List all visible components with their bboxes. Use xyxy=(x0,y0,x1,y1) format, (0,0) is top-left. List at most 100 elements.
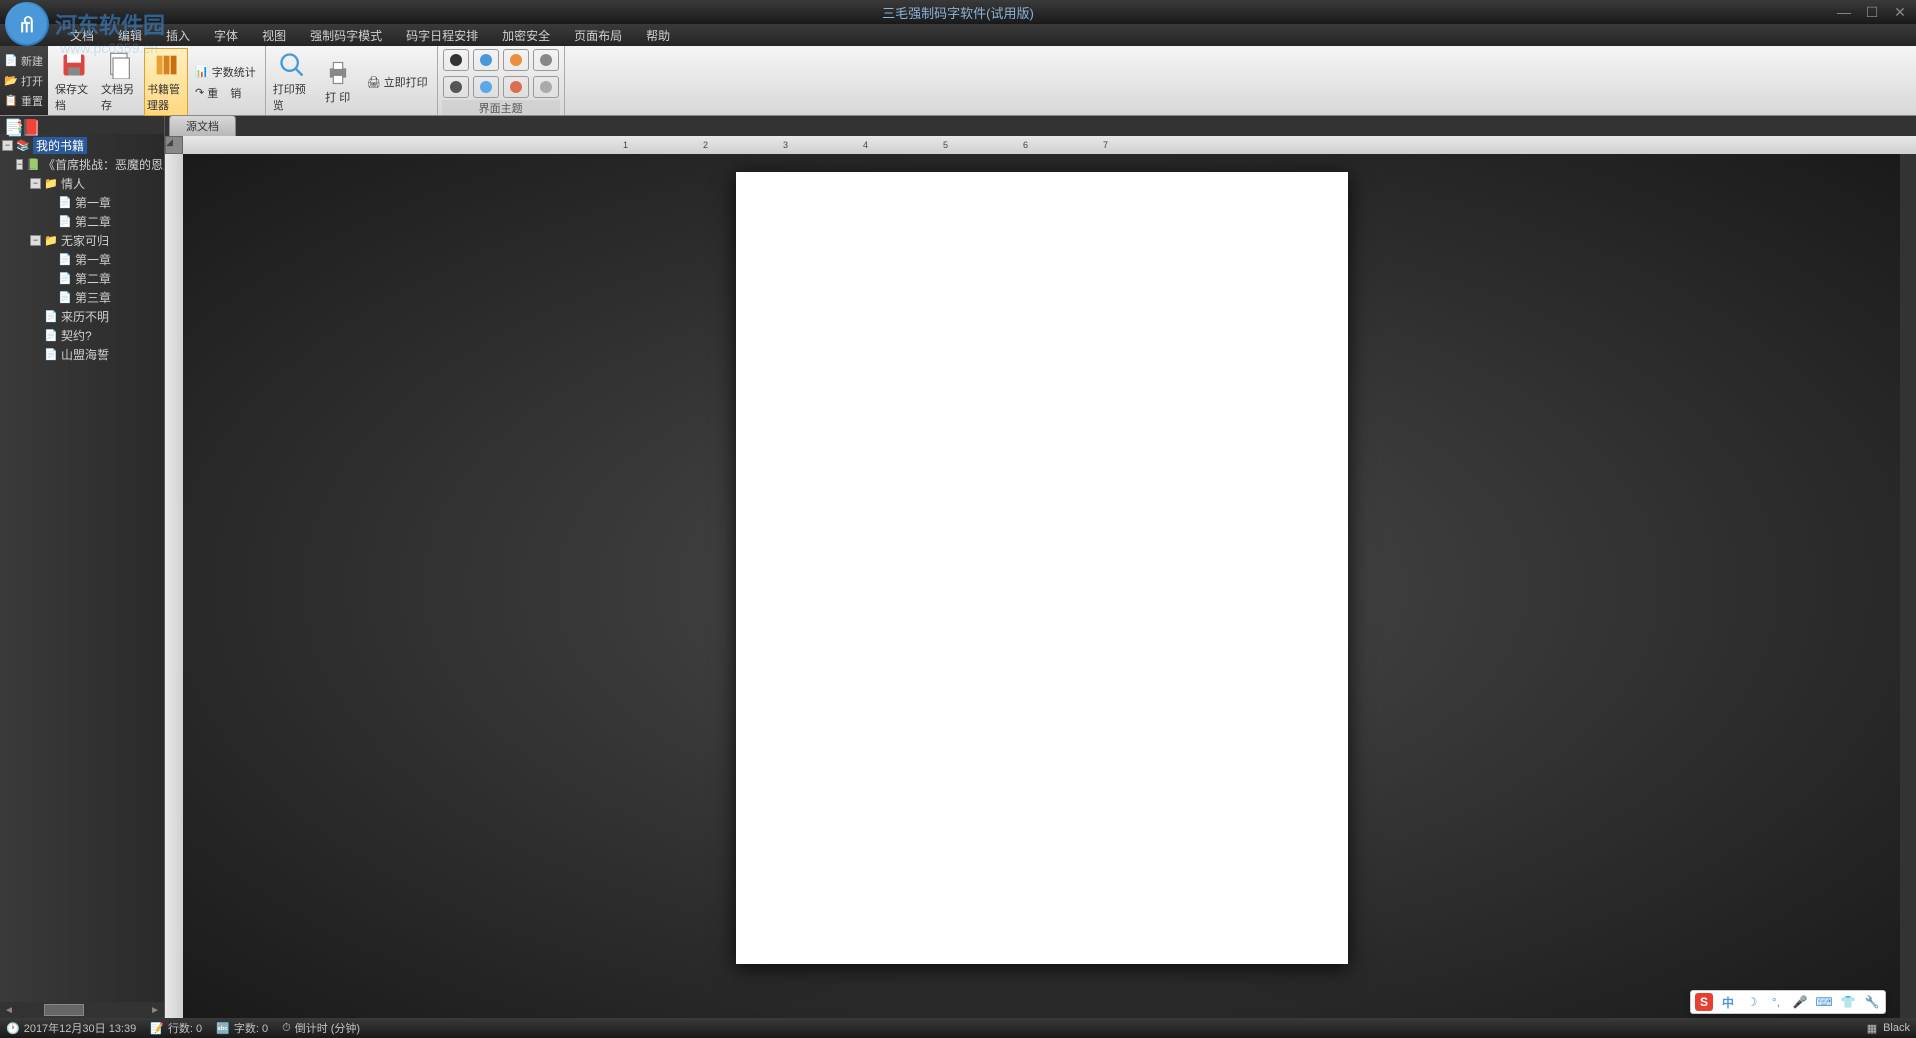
tree-root[interactable]: − 📚 我的书籍 xyxy=(2,136,162,155)
menu-view[interactable]: 视图 xyxy=(250,25,298,46)
tree-ch-vow[interactable]: 📄 山盟海誓 xyxy=(2,345,162,364)
ime-mic-icon[interactable]: 🎤 xyxy=(1791,993,1809,1011)
ime-punct-icon[interactable]: °, xyxy=(1767,993,1785,1011)
horizontal-ruler[interactable]: ◢ 1 2 3 4 5 6 7 xyxy=(165,136,1916,154)
theme-black-icon xyxy=(450,54,462,66)
editor-body xyxy=(165,154,1916,1018)
print-button[interactable]: 打 印 xyxy=(316,48,360,116)
reset-icon: 📋 xyxy=(4,94,18,108)
status-countdown: ⏱ 倒计时 (分钟) xyxy=(282,1020,360,1036)
theme-black[interactable] xyxy=(443,49,469,71)
new-icon: 📄 xyxy=(4,54,18,68)
tree-vol2-ch1[interactable]: 📄 第一章 xyxy=(2,250,162,269)
quick-reset[interactable]: 📋重置 xyxy=(2,91,46,111)
theme-blue[interactable] xyxy=(473,49,499,71)
theme-7[interactable] xyxy=(503,76,529,98)
save-doc-button[interactable]: 保存文档 xyxy=(52,48,96,116)
scroll-thumb[interactable] xyxy=(44,1004,84,1016)
toggle-icon[interactable]: − xyxy=(16,159,23,170)
minimize-button[interactable]: — xyxy=(1836,4,1852,20)
status-right: ▦ Black xyxy=(1867,1022,1910,1035)
menu-font[interactable]: 字体 xyxy=(202,25,250,46)
tree-vol2[interactable]: − 📁 无家可归 xyxy=(2,231,162,250)
quick-access: 📄新建 📂打开 📋重置 xyxy=(0,46,48,115)
undo-label: 销 xyxy=(230,85,241,101)
ime-moon-icon[interactable]: ☽ xyxy=(1743,993,1761,1011)
redo-button[interactable]: ↷重 xyxy=(190,83,223,103)
sidebar-hscroll[interactable]: ◄ ► xyxy=(0,1002,164,1018)
tree-vol1[interactable]: − 📁 情人 xyxy=(2,174,162,193)
tree-vol2-ch3[interactable]: 📄 第三章 xyxy=(2,288,162,307)
quick-new[interactable]: 📄新建 xyxy=(2,51,46,71)
tree-root-label: 我的书籍 xyxy=(33,137,87,154)
ime-keyboard-icon[interactable]: ⌨ xyxy=(1815,993,1833,1011)
theme-gray[interactable] xyxy=(533,49,559,71)
menu-schedule[interactable]: 码字日程安排 xyxy=(394,25,490,46)
tree-ch-contract-label: 契约? xyxy=(61,327,92,344)
menu-bar: 文档 编辑 插入 字体 视图 强制码字模式 码字日程安排 加密安全 页面布局 帮… xyxy=(0,24,1916,46)
status-lines: 📝 行数: 0 xyxy=(150,1020,202,1036)
vertical-ruler[interactable] xyxy=(165,154,183,1018)
redo-icon: ↷ xyxy=(195,86,204,99)
theme-orange[interactable] xyxy=(503,49,529,71)
book-mgr-label: 书籍管理器 xyxy=(147,81,185,113)
folder-icon: 📁 xyxy=(44,177,58,191)
save-as-button[interactable]: 文档另存 xyxy=(98,48,142,116)
toggle-icon[interactable]: − xyxy=(30,178,41,189)
sidebar-icon-2[interactable]: 📕 xyxy=(21,118,35,132)
ruler-corner[interactable]: ◢ xyxy=(165,136,183,154)
theme-group-label: 界面主题 xyxy=(442,100,560,115)
sidebar-icon-1[interactable]: 📑 xyxy=(4,118,18,132)
menu-page-layout[interactable]: 页面布局 xyxy=(562,25,634,46)
quick-reset-label: 重置 xyxy=(21,93,43,109)
theme-7-icon xyxy=(510,81,522,93)
theme-6[interactable] xyxy=(473,76,499,98)
document-page[interactable] xyxy=(736,172,1348,964)
open-icon: 📂 xyxy=(4,74,18,88)
maximize-button[interactable]: ☐ xyxy=(1864,4,1880,20)
chapter-icon: 📄 xyxy=(58,215,72,229)
print-preview-button[interactable]: 打印预览 xyxy=(270,48,314,116)
toggle-icon[interactable]: − xyxy=(2,140,13,151)
menu-help[interactable]: 帮助 xyxy=(634,25,682,46)
chapter-icon: 📄 xyxy=(58,272,72,286)
preview-icon xyxy=(278,51,306,79)
menu-force-mode[interactable]: 强制码字模式 xyxy=(298,25,394,46)
ime-settings-icon[interactable]: 🔧 xyxy=(1863,993,1881,1011)
ime-mode[interactable]: 中 xyxy=(1719,993,1737,1011)
datetime-label: 2017年12月30日 13:39 xyxy=(24,1020,137,1036)
undo-button[interactable]: 销 xyxy=(225,83,246,103)
book-manager-button[interactable]: 书籍管理器 xyxy=(144,48,188,116)
tree-vol1-ch2-label: 第二章 xyxy=(75,213,111,230)
stats-icon: 📊 xyxy=(195,65,209,78)
tree-vol2-ch2[interactable]: 📄 第二章 xyxy=(2,269,162,288)
theme-name: Black xyxy=(1883,1022,1910,1034)
vertical-scrollbar[interactable] xyxy=(1900,154,1916,1018)
doc-tab-source[interactable]: 源文档 xyxy=(169,115,236,136)
folder-icon: 📁 xyxy=(44,234,58,248)
ime-logo-icon[interactable]: S xyxy=(1695,993,1713,1011)
book-tree: − 📚 我的书籍 − 📗 《首席挑战：恶魔的恩宠》 − 📁 情人 📄 第一章 xyxy=(0,134,164,1002)
ime-skin-icon[interactable]: 👕 xyxy=(1839,993,1857,1011)
status-datetime: 🕐 2017年12月30日 13:39 xyxy=(6,1020,136,1036)
tree-vol1-ch1[interactable]: 📄 第一章 xyxy=(2,193,162,212)
theme-8[interactable] xyxy=(533,76,559,98)
tree-ch-origin[interactable]: 📄 来历不明 xyxy=(2,307,162,326)
toggle-icon[interactable]: − xyxy=(30,235,41,246)
theme-5[interactable] xyxy=(443,76,469,98)
tree-book[interactable]: − 📗 《首席挑战：恶魔的恩宠》 xyxy=(2,155,162,174)
quick-open[interactable]: 📂打开 xyxy=(2,71,46,91)
lines-icon: 📝 xyxy=(150,1022,164,1035)
tree-vol2-ch2-label: 第二章 xyxy=(75,270,111,287)
print-now-button[interactable]: 🖨立即打印 xyxy=(362,72,433,92)
app-logo: ரி xyxy=(5,2,53,50)
close-button[interactable]: ✕ xyxy=(1892,4,1908,20)
menu-security[interactable]: 加密安全 xyxy=(490,25,562,46)
chapter-icon: 📄 xyxy=(44,348,58,362)
document-canvas[interactable] xyxy=(183,154,1900,1018)
countdown-label: 倒计时 (分钟) xyxy=(295,1020,360,1036)
word-count-button[interactable]: 📊字数统计 xyxy=(190,62,261,82)
ime-toolbar[interactable]: S 中 ☽ °, 🎤 ⌨ 👕 🔧 xyxy=(1690,990,1886,1014)
tree-ch-contract[interactable]: 📄 契约? xyxy=(2,326,162,345)
tree-vol1-ch2[interactable]: 📄 第二章 xyxy=(2,212,162,231)
